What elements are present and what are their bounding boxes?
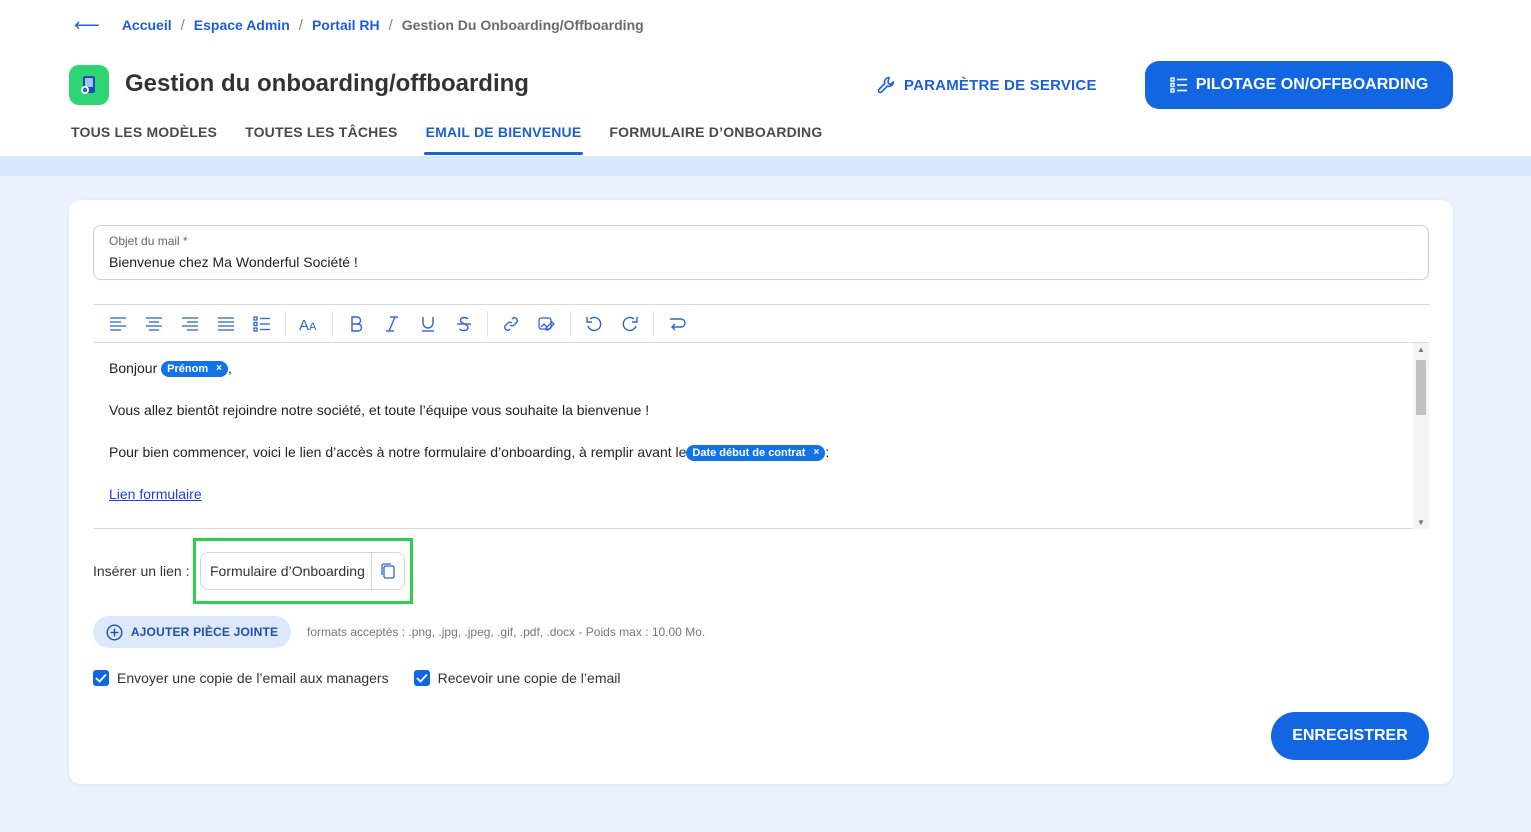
pilotage-button[interactable]: PILOTAGE ON/OFFBOARDING — [1145, 61, 1453, 109]
toolbar-separator — [487, 310, 488, 337]
back-arrow-icon[interactable]: ⟵ — [74, 15, 100, 36]
breadcrumb-portail-rh[interactable]: Portail RH — [312, 17, 380, 33]
text-wrap-icon[interactable] — [664, 311, 690, 337]
copy-self-checkbox[interactable] — [413, 670, 430, 686]
checkmark-icon — [415, 673, 428, 683]
variable-chip-start-date[interactable]: Date début de contrat × — [686, 444, 826, 462]
tab-all-tasks[interactable]: TOUTES LES TÂCHES — [245, 124, 398, 154]
breadcrumb-current: Gestion Du Onboarding/Offboarding — [401, 17, 644, 33]
tab-onboarding-form[interactable]: FORMULAIRE D’ONBOARDING — [609, 124, 822, 154]
toolbar-separator — [653, 310, 654, 337]
breadcrumb-separator: / — [298, 16, 303, 34]
subject-label: Objet du mail * — [109, 234, 188, 248]
align-left-icon[interactable] — [105, 311, 131, 337]
attachment-hint: formats acceptés : .png, .jpg, .jpeg, .g… — [307, 625, 706, 639]
pilotage-label: PILOTAGE ON/OFFBOARDING — [1195, 76, 1429, 93]
add-attachment-button[interactable]: AJOUTER PIÈCE JOINTE — [93, 616, 291, 648]
body-line: Pour bien commencer, voici le lien d’acc… — [109, 443, 1395, 485]
undo-icon[interactable] — [581, 311, 607, 337]
app-logo-icon — [69, 65, 109, 105]
insert-link-label: Insérer un lien : — [93, 563, 190, 579]
insert-link-row: Insérer un lien : Formulaire d’Onboardin… — [93, 538, 413, 604]
toolbar-separator — [332, 310, 333, 337]
greeting-line: Bonjour Prénom ×, — [109, 359, 1395, 401]
list-icon[interactable] — [249, 311, 275, 337]
svg-text:A: A — [309, 321, 317, 332]
subject-input[interactable] — [109, 254, 1409, 270]
toolbar-separator — [285, 310, 286, 337]
editor-toolbar: AA — [93, 305, 1429, 343]
scroll-down-icon[interactable]: ▼ — [1417, 518, 1425, 527]
email-options: Envoyer une copie de l’email aux manager… — [93, 670, 645, 686]
save-button[interactable]: ENREGISTRER — [1271, 712, 1429, 760]
link-icon[interactable] — [498, 311, 524, 337]
highlight-box: Formulaire d’Onboarding — [192, 538, 413, 604]
align-center-icon[interactable] — [141, 311, 167, 337]
list-icon — [1170, 77, 1187, 93]
page-title: Gestion du onboarding/offboarding — [125, 70, 529, 97]
image-edit-icon[interactable] — [534, 311, 560, 337]
align-justify-icon[interactable] — [213, 311, 239, 337]
breadcrumb: ⟵ Accueil / Espace Admin / Portail RH / … — [74, 14, 644, 36]
editor-content[interactable]: Bonjour Prénom ×, Vous allez bientôt rejo… — [93, 343, 1411, 529]
tab-bar: TOUS LES MODÈLES TOUTES LES TÂCHES EMAIL… — [71, 124, 850, 156]
variable-chip-firstname[interactable]: Prénom × — [161, 360, 228, 378]
insert-link-chip-label: Formulaire d’Onboarding — [210, 563, 365, 579]
breadcrumb-separator: / — [388, 16, 393, 34]
subject-field[interactable]: Objet du mail * — [93, 225, 1429, 280]
body-line: Lien formulaire — [109, 485, 1395, 527]
service-settings-button[interactable]: PARAMÈTRE DE SERVICE — [876, 73, 1097, 97]
copy-icon — [381, 563, 395, 579]
bold-icon[interactable] — [343, 311, 369, 337]
copy-managers-checkbox[interactable] — [93, 670, 109, 686]
insert-link-chip[interactable]: Formulaire d’Onboarding — [200, 552, 405, 590]
editor-scrollbar[interactable]: ▲ ▼ — [1413, 343, 1429, 529]
italic-icon[interactable] — [379, 311, 405, 337]
font-size-icon[interactable]: AA — [296, 311, 322, 337]
copy-self-option[interactable]: Recevoir une copie de l’email — [413, 670, 621, 686]
copy-managers-label: Envoyer une copie de l’email aux manager… — [117, 670, 389, 686]
body-line: Vous allez bientôt rejoindre notre socié… — [109, 402, 650, 418]
scroll-up-icon[interactable]: ▲ — [1417, 345, 1425, 354]
underline-icon[interactable] — [415, 311, 441, 337]
svg-text:A: A — [299, 317, 309, 332]
checkmark-icon — [95, 673, 107, 683]
header-band — [0, 156, 1531, 176]
service-settings-label: PARAMÈTRE DE SERVICE — [904, 76, 1097, 94]
copy-button[interactable] — [371, 553, 404, 589]
chip-remove-icon[interactable]: × — [813, 444, 819, 462]
tab-welcome-email[interactable]: EMAIL DE BIENVENUE — [423, 124, 584, 155]
strikethrough-icon[interactable] — [451, 311, 477, 337]
scroll-thumb[interactable] — [1416, 360, 1426, 415]
copy-self-label: Recevoir une copie de l’email — [437, 670, 621, 686]
copy-managers-option[interactable]: Envoyer une copie de l’email aux manager… — [93, 670, 389, 686]
breadcrumb-separator: / — [180, 16, 185, 34]
breadcrumb-accueil[interactable]: Accueil — [122, 17, 172, 33]
tab-all-models[interactable]: TOUS LES MODÈLES — [71, 124, 217, 154]
breadcrumb-espace-admin[interactable]: Espace Admin — [194, 17, 290, 33]
wrench-icon — [877, 76, 895, 94]
add-attachment-label: AJOUTER PIÈCE JOINTE — [130, 625, 279, 639]
rich-text-editor: AA Bonjour Prénom ×, Vous allez bientôt r… — [93, 304, 1429, 529]
form-link[interactable]: Lien formulaire — [109, 486, 202, 502]
plus-circle-icon — [106, 623, 123, 641]
toolbar-separator — [570, 310, 571, 337]
email-card: Objet du mail * AA Bonjour — [69, 200, 1453, 784]
redo-icon[interactable] — [617, 311, 643, 337]
chip-remove-icon[interactable]: × — [216, 360, 222, 378]
align-right-icon[interactable] — [177, 311, 203, 337]
